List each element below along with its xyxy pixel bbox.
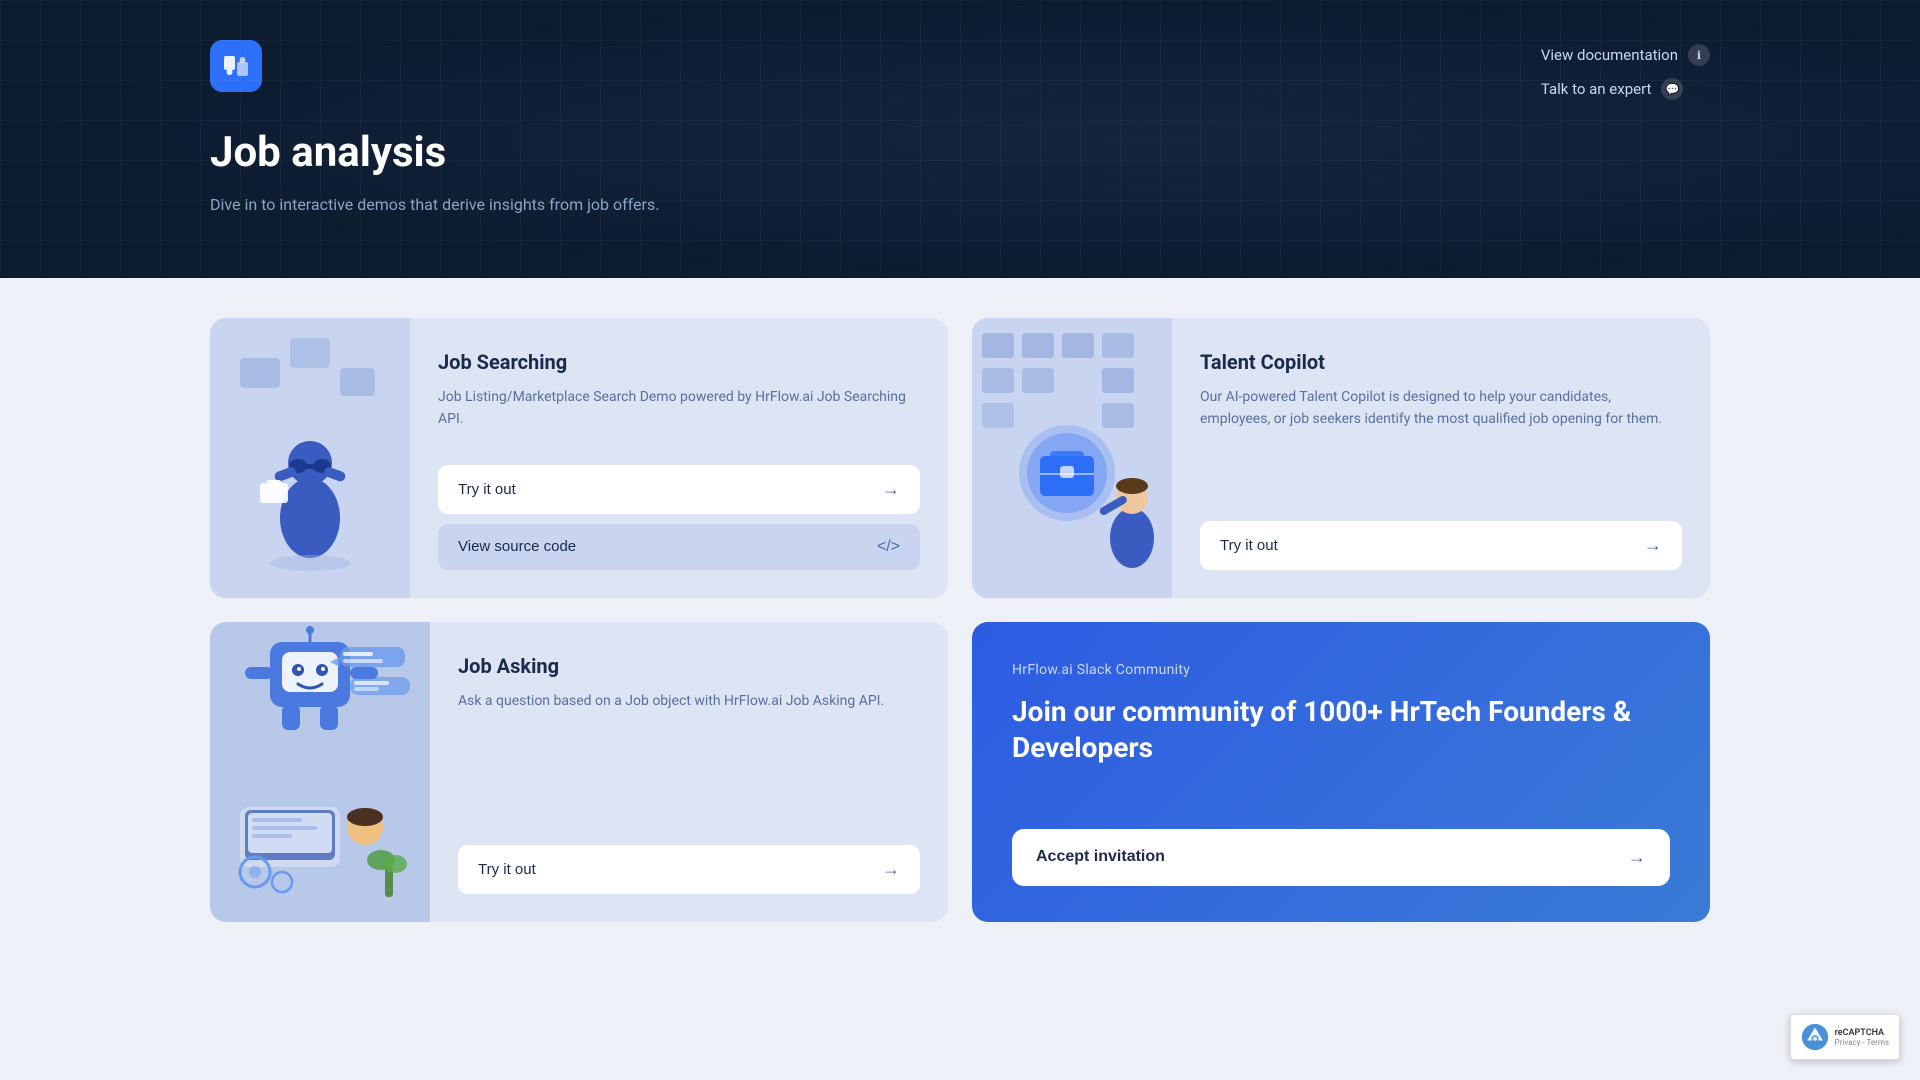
chat-icon: 💬 [1661,78,1683,100]
recaptcha-logo-icon [1801,1023,1829,1051]
job-asking-try-button[interactable]: Try it out → [458,845,920,894]
docs-label: View documentation [1541,46,1678,64]
accept-invitation-button[interactable]: Accept invitation → [1012,829,1670,886]
arrow-right-icon: → [1628,847,1646,868]
arrow-right-icon: → [1644,535,1662,556]
talent-copilot-try-button[interactable]: Try it out → [1200,521,1682,570]
recaptcha-text: reCAPTCHA [1835,1028,1889,1038]
job-asking-title: Job Asking [458,654,920,678]
job-asking-card: Job Asking Ask a question based on a Job… [210,622,948,922]
job-asking-buttons: Try it out → [458,845,920,894]
docs-link[interactable]: View documentation ℹ [1541,44,1710,66]
slack-top: HrFlow.ai Slack Community Join our commu… [1012,662,1670,807]
code-icon: </> [877,538,900,556]
card-inner: Job Asking Ask a question based on a Job… [210,622,948,922]
recaptcha-badge: reCAPTCHA Privacy - Terms [1790,1014,1900,1060]
expert-label: Talk to an expert [1541,80,1652,98]
talent-copilot-title: Talent Copilot [1200,350,1682,374]
slack-community-card: HrFlow.ai Slack Community Join our commu… [972,622,1710,922]
card-inner: Talent Copilot Our AI-powered Talent Cop… [972,318,1710,598]
hero-nav: View documentation ℹ Talk to an expert 💬 [1541,44,1710,100]
talent-copilot-card: Talent Copilot Our AI-powered Talent Cop… [972,318,1710,598]
info-icon: ℹ [1688,44,1710,66]
hero-top: View documentation ℹ Talk to an expert 💬 [210,40,1710,100]
app-logo [210,40,262,92]
job-asking-description: Ask a question based on a Job object wit… [458,690,920,825]
talent-copilot-illustration [972,318,1172,598]
expert-link[interactable]: Talk to an expert 💬 [1541,78,1710,100]
job-asking-illustration [210,622,430,922]
talent-copilot-description: Our AI-powered Talent Copilot is designe… [1200,386,1682,501]
job-searching-buttons: Try it out → View source code </> [438,465,920,570]
slack-headline: Join our community of 1000+ HrTech Found… [1012,694,1670,767]
page-title: Job analysis [210,130,1710,176]
card-inner: Job Searching Job Listing/Marketplace Se… [210,318,948,598]
main-content: Job Searching Job Listing/Marketplace Se… [0,278,1920,982]
job-searching-illustration [210,318,410,598]
talent-copilot-content: Talent Copilot Our AI-powered Talent Cop… [1172,318,1710,598]
job-searching-source-button[interactable]: View source code </> [438,524,920,570]
job-asking-content: Job Asking Ask a question based on a Job… [430,622,948,922]
arrow-right-icon: → [882,479,900,500]
job-searching-card: Job Searching Job Listing/Marketplace Se… [210,318,948,598]
job-searching-try-button[interactable]: Try it out → [438,465,920,514]
arrow-right-icon: → [882,859,900,880]
job-searching-content: Job Searching Job Listing/Marketplace Se… [410,318,948,598]
hero-section: View documentation ℹ Talk to an expert 💬… [0,0,1920,278]
slack-community-label: HrFlow.ai Slack Community [1012,662,1670,678]
job-searching-title: Job Searching [438,350,920,374]
talent-copilot-buttons: Try it out → [1200,521,1682,570]
job-searching-description: Job Listing/Marketplace Search Demo powe… [438,386,920,445]
recaptcha-subtext: Privacy - Terms [1835,1038,1889,1047]
cards-grid: Job Searching Job Listing/Marketplace Se… [210,318,1710,922]
page-subtitle: Dive in to interactive demos that derive… [210,192,690,218]
